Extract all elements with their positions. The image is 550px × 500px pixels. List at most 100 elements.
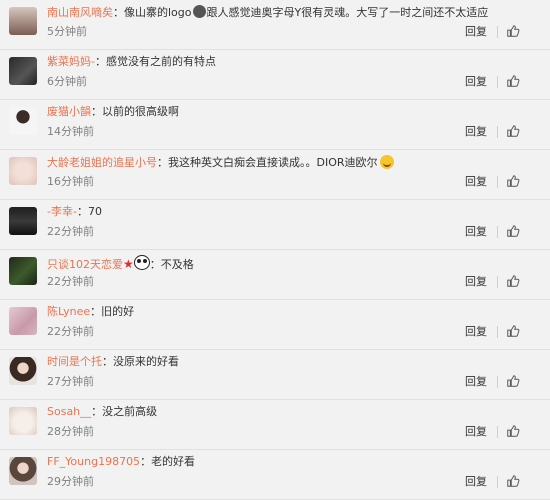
comment-username[interactable]: 大龄老姐姐的追星小号 <box>47 156 157 169</box>
avatar-cat-icon[interactable] <box>9 407 37 435</box>
thumbs-up-icon <box>507 425 520 437</box>
comment-text: 像山寨的logo <box>124 6 192 19</box>
reply-button[interactable]: 回复 <box>465 325 487 339</box>
avatar-dark-photo-icon[interactable] <box>9 57 37 85</box>
comment-username[interactable]: FF_Young198705 <box>47 455 140 468</box>
avatar-girl-long-hair-icon[interactable] <box>9 357 37 385</box>
like-button[interactable] <box>506 22 520 40</box>
divider <box>497 276 498 288</box>
divider <box>497 326 498 338</box>
comment-username[interactable]: 时间是个托 <box>47 355 102 368</box>
comment-line: 只谈102天恋爱★ ：不及格 <box>47 255 194 271</box>
thumbs-up-icon <box>507 475 520 487</box>
laughing-emoji-icon <box>379 155 394 169</box>
like-button[interactable] <box>506 172 520 190</box>
thumbs-up-icon <box>507 325 520 337</box>
thumbs-up-icon <box>507 75 520 87</box>
comment-username[interactable]: 陈Lynee <box>47 305 90 318</box>
avatar-pink-photo-icon[interactable] <box>9 307 37 335</box>
thumbs-up-icon <box>507 375 520 387</box>
comment-item: 时间是个托：没原来的好看 27分钟前 回复 <box>0 350 550 400</box>
comment-username[interactable]: 南山南风嘀矣 <box>47 6 113 19</box>
comment-time: 28分钟前 <box>47 425 94 438</box>
comment-text: 老的好看 <box>151 455 196 468</box>
comment-time: 29分钟前 <box>47 475 94 488</box>
thumbs-up-icon <box>507 175 520 187</box>
comment-text: 以前的很高级啊 <box>102 105 179 118</box>
comment-time: 16分钟前 <box>47 175 94 188</box>
comment-username[interactable]: -李幸- <box>47 205 77 218</box>
comment-line: 废猫小韻：以前的很高级啊 <box>47 105 179 118</box>
comment-text-cont: 跟人感觉迪奥字母Y很有灵魂。大写了一时之间还不太适应 <box>206 6 489 19</box>
reply-button[interactable]: 回复 <box>465 375 487 389</box>
reply-button[interactable]: 回复 <box>465 125 487 139</box>
avatar-woman-portrait-icon[interactable] <box>9 457 37 485</box>
reply-button[interactable]: 回复 <box>465 25 487 39</box>
like-button[interactable] <box>506 122 520 140</box>
comment-time: 22分钟前 <box>47 225 94 238</box>
comment-text: 感觉没有之前的有特点 <box>105 55 216 68</box>
divider <box>497 376 498 388</box>
comment-line: FF_Young198705：老的好看 <box>47 455 196 468</box>
comment-line: 紫菜妈妈-：感觉没有之前的有特点 <box>47 55 216 68</box>
like-button[interactable] <box>506 322 520 340</box>
star-icon: ★ <box>123 257 134 271</box>
avatar-woman-white-top-icon[interactable] <box>9 107 37 135</box>
comment-text: 不及格 <box>160 258 194 271</box>
like-button[interactable] <box>506 422 520 440</box>
avatar-dark-figure-icon[interactable] <box>9 207 37 235</box>
comment-list: 南山南风嘀矣：像山寨的logo 跟人感觉迪奥字母Y很有灵魂。大写了一时之间还不太适… <box>0 0 550 500</box>
comment-line: 大龄老姐姐的追星小号：我这种英文白痴会直接读成。。DIOR迪欧尔 <box>47 155 394 170</box>
divider <box>497 76 498 88</box>
avatar-woman-dark-hair-icon[interactable] <box>9 7 37 35</box>
comment-item: -李幸-：70 22分钟前 回复 <box>0 200 550 250</box>
comment-text: 70 <box>87 205 102 218</box>
comment-text: 我这种英文白痴会直接读成。。DIOR迪欧尔 <box>168 156 378 169</box>
comment-username[interactable]: 废猫小韻 <box>47 105 91 118</box>
comment-line: Sosah__：没之前高级 <box>47 405 158 418</box>
comment-time: 14分钟前 <box>47 125 94 138</box>
comment-text: 没之前高级 <box>102 405 158 418</box>
comment-item: Sosah__：没之前高级 28分钟前 回复 <box>0 400 550 450</box>
like-button[interactable] <box>506 272 520 290</box>
comment-username[interactable]: 紫菜妈妈- <box>47 55 95 68</box>
comment-item: 只谈102天恋爱★ ：不及格 22分钟前 回复 <box>0 250 550 300</box>
like-button[interactable] <box>506 222 520 240</box>
comment-time: 22分钟前 <box>47 275 94 288</box>
divider <box>497 226 498 238</box>
reply-button[interactable]: 回复 <box>465 425 487 439</box>
like-button[interactable] <box>506 372 520 390</box>
comment-line: 陈Lynee：旧的好 <box>47 305 135 318</box>
comment-time: 6分钟前 <box>47 75 87 88</box>
avatar-green-photo-icon[interactable] <box>9 257 37 285</box>
comment-username[interactable]: 只谈102天恋爱 <box>47 258 123 271</box>
dior-logo-badge-icon <box>192 5 206 18</box>
thumbs-up-icon <box>507 275 520 287</box>
divider <box>497 126 498 138</box>
like-button[interactable] <box>506 72 520 90</box>
thumbs-up-icon <box>507 125 520 137</box>
reply-button[interactable]: 回复 <box>465 225 487 239</box>
reply-button[interactable]: 回复 <box>465 475 487 489</box>
comment-time: 22分钟前 <box>47 325 94 338</box>
comment-item: 废猫小韻：以前的很高级啊 14分钟前 回复 <box>0 100 550 150</box>
reply-button[interactable]: 回复 <box>465 175 487 189</box>
avatar-light-photo-icon[interactable] <box>9 157 37 185</box>
reply-button[interactable]: 回复 <box>465 75 487 89</box>
thumbs-up-icon <box>507 25 520 37</box>
divider <box>497 426 498 438</box>
comment-time: 27分钟前 <box>47 375 94 388</box>
panda-icon <box>133 255 150 270</box>
comment-line: 时间是个托：没原来的好看 <box>47 355 179 368</box>
divider <box>497 26 498 38</box>
comment-item: FF_Young198705：老的好看 29分钟前 回复 <box>0 450 550 500</box>
divider <box>497 176 498 188</box>
comment-username[interactable]: Sosah__ <box>47 405 91 418</box>
comment-line: -李幸-：70 <box>47 205 102 218</box>
reply-button[interactable]: 回复 <box>465 275 487 289</box>
comment-item: 紫菜妈妈-：感觉没有之前的有特点 6分钟前 回复 <box>0 50 550 100</box>
comment-time: 5分钟前 <box>47 25 87 38</box>
comment-item: 南山南风嘀矣：像山寨的logo 跟人感觉迪奥字母Y很有灵魂。大写了一时之间还不太适… <box>0 0 550 50</box>
like-button[interactable] <box>506 472 520 490</box>
comment-line: 南山南风嘀矣：像山寨的logo 跟人感觉迪奥字母Y很有灵魂。大写了一时之间还不太适… <box>47 5 489 19</box>
